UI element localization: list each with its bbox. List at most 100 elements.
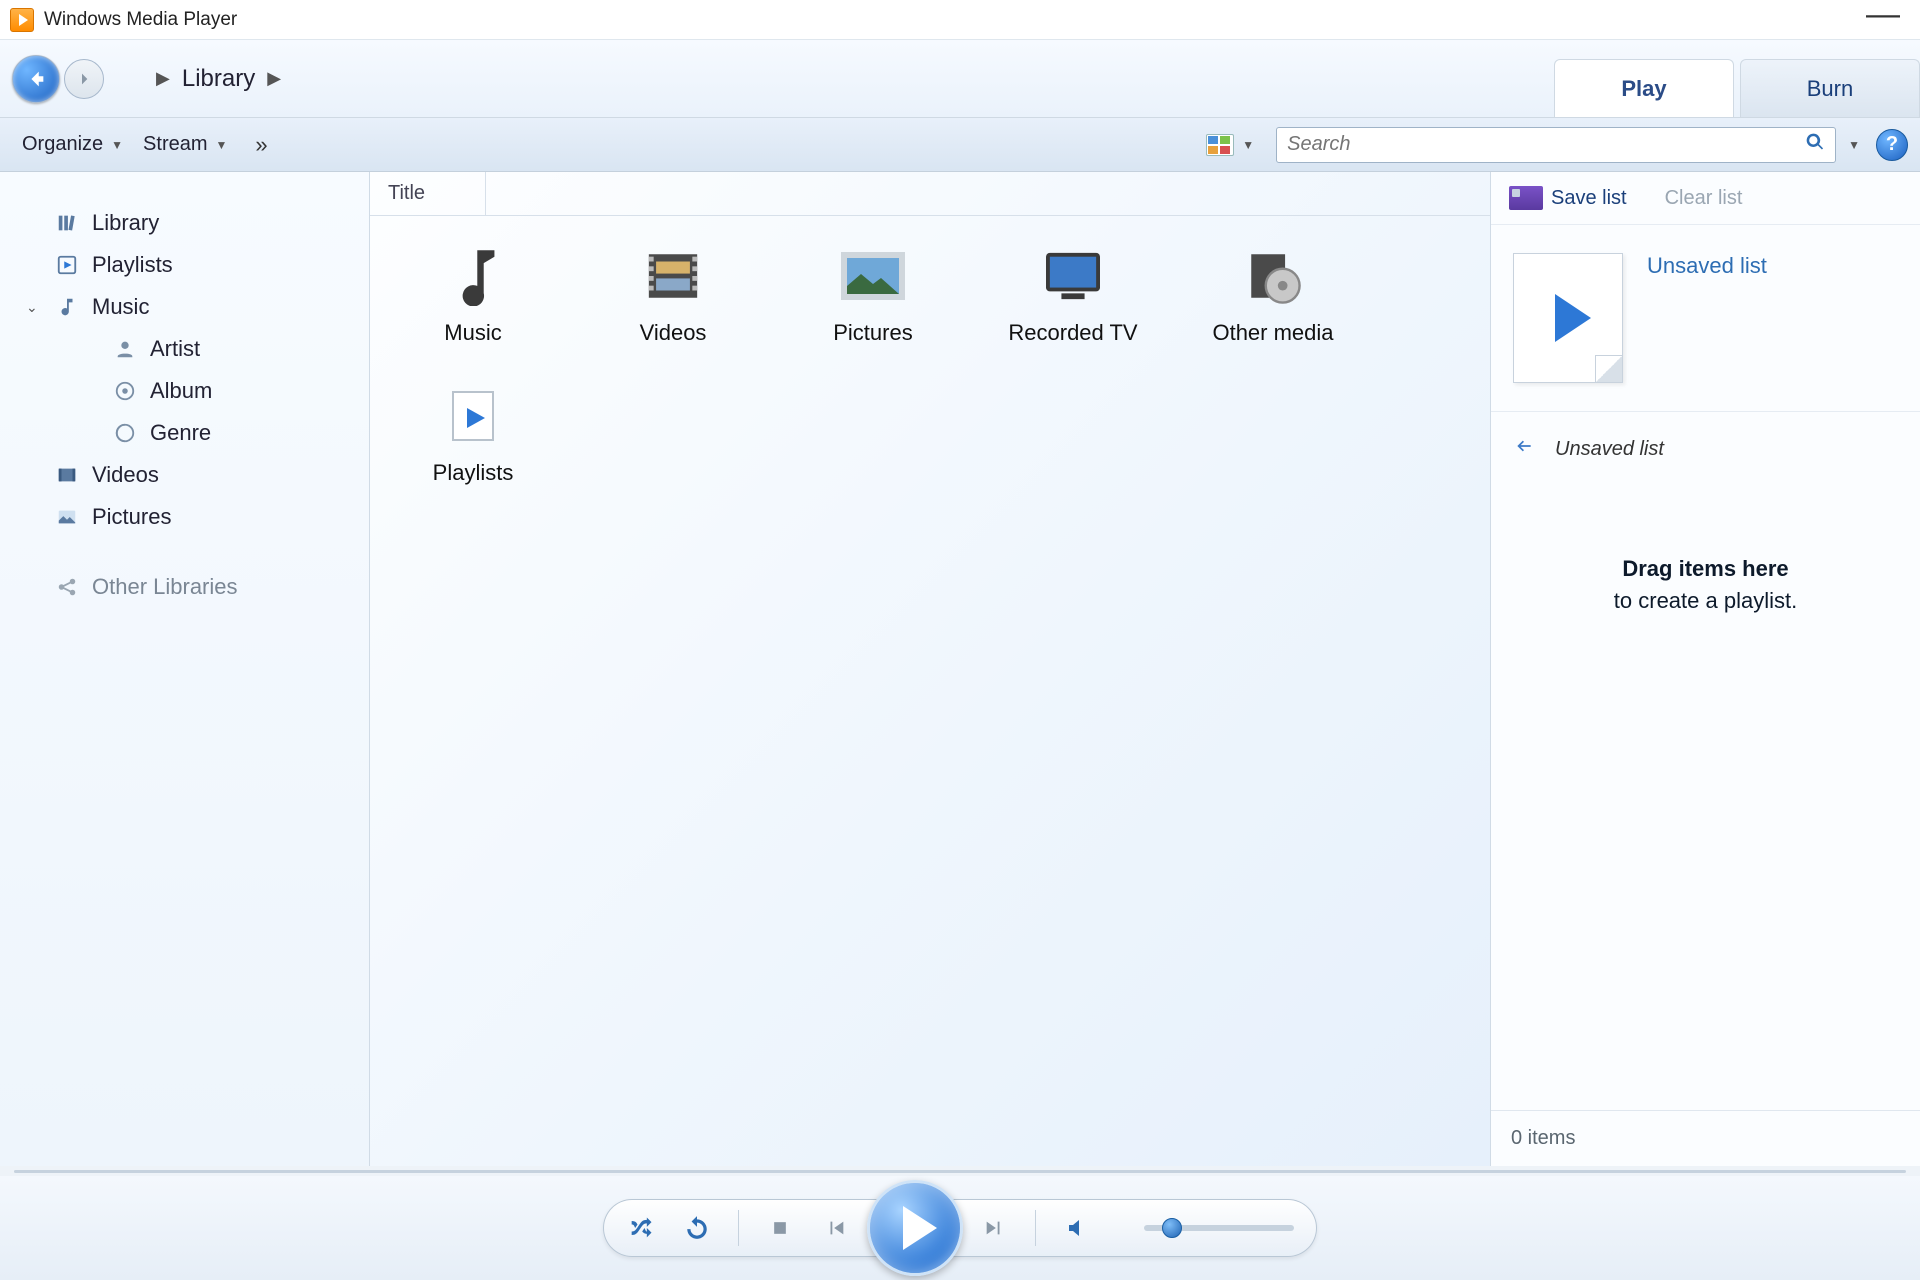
chevron-right-icon: ▶: [267, 68, 281, 89]
playlist-thumbnail: [1513, 253, 1623, 383]
previous-button[interactable]: [821, 1213, 851, 1243]
tree-music[interactable]: ⌄ Music: [20, 286, 359, 328]
repeat-button[interactable]: [682, 1213, 712, 1243]
tree-label: Genre: [150, 420, 211, 446]
tree-label: Artist: [150, 336, 200, 362]
playlist-file-icon: [438, 386, 508, 446]
next-button[interactable]: [979, 1213, 1009, 1243]
tile-label: Playlists: [433, 460, 514, 486]
tree-label: Album: [150, 378, 212, 404]
tab-burn[interactable]: Burn: [1740, 59, 1920, 117]
tile-music[interactable]: Music: [398, 246, 548, 346]
tab-play[interactable]: Play: [1554, 59, 1734, 117]
tree-label: Library: [92, 210, 159, 236]
music-icon: [54, 296, 80, 318]
picture-icon: [838, 246, 908, 306]
play-button[interactable]: [867, 1180, 963, 1276]
current-list-name: Unsaved list: [1555, 438, 1664, 461]
search-input[interactable]: [1287, 133, 1805, 156]
clear-list-button[interactable]: Clear list: [1665, 187, 1743, 210]
breadcrumb-root[interactable]: Library: [182, 65, 255, 93]
tree-label: Playlists: [92, 252, 173, 278]
tree-videos[interactable]: Videos: [20, 454, 359, 496]
media-icon: [1238, 246, 1308, 306]
album-icon: [112, 380, 138, 402]
view-grid-icon: [1206, 134, 1234, 156]
videos-icon: [54, 464, 80, 486]
save-list-label: Save list: [1551, 187, 1627, 210]
mute-button[interactable]: [1062, 1213, 1092, 1243]
stream-label: Stream: [143, 133, 207, 156]
artist-icon: [112, 338, 138, 360]
title-bar: Windows Media Player —: [0, 0, 1920, 40]
volume-slider[interactable]: [1144, 1225, 1294, 1231]
tile-recorded-tv[interactable]: Recorded TV: [998, 246, 1148, 346]
column-header-row: Title: [370, 172, 1490, 216]
tree-album[interactable]: Album: [20, 370, 359, 412]
chevron-right-icon: ▶: [156, 68, 170, 89]
tile-videos[interactable]: Videos: [598, 246, 748, 346]
save-list-button[interactable]: Save list: [1509, 186, 1627, 210]
pictures-icon: [54, 506, 80, 528]
toolbar: Organize ▼ Stream ▼ » ▼ ▼ ?: [0, 118, 1920, 172]
seek-bar[interactable]: [0, 1166, 1920, 1176]
arrow-left-icon[interactable]: [1511, 436, 1537, 462]
tree-label: Music: [92, 294, 149, 320]
shuffle-button[interactable]: [626, 1213, 656, 1243]
chevron-down-icon: ▼: [1242, 138, 1254, 152]
genre-icon: [112, 422, 138, 444]
organize-label: Organize: [22, 133, 103, 156]
content-area: Title Music Videos Pictures Recorded TV …: [370, 172, 1490, 1166]
toolbar-overflow[interactable]: »: [247, 128, 275, 162]
tile-label: Videos: [640, 320, 707, 346]
window-title: Windows Media Player: [44, 9, 1856, 31]
tile-label: Recorded TV: [1008, 320, 1137, 346]
organize-menu[interactable]: Organize ▼: [12, 127, 133, 162]
breadcrumb[interactable]: ▶ Library ▶: [144, 65, 293, 93]
tile-label: Music: [444, 320, 501, 346]
tile-pictures[interactable]: Pictures: [798, 246, 948, 346]
list-pane: Save list Clear list Unsaved list Unsave…: [1490, 172, 1920, 1166]
tree-other-libraries[interactable]: Other Libraries: [20, 566, 359, 608]
back-button[interactable]: [12, 55, 60, 103]
tile-label: Pictures: [833, 320, 912, 346]
tile-other-media[interactable]: Other media: [1198, 246, 1348, 346]
music-icon: [438, 246, 508, 306]
tree-genre[interactable]: Genre: [20, 412, 359, 454]
filmstrip-icon: [638, 246, 708, 306]
tile-label: Other media: [1212, 320, 1333, 346]
drop-hint-line1: Drag items here: [1622, 556, 1788, 582]
tree-label: Videos: [92, 462, 159, 488]
drop-hint-line2: to create a playlist.: [1614, 588, 1797, 614]
tree-pictures[interactable]: Pictures: [20, 496, 359, 538]
tree-label: Other Libraries: [92, 574, 238, 600]
stop-button[interactable]: [765, 1213, 795, 1243]
tree-label: Pictures: [92, 504, 171, 530]
help-button[interactable]: ?: [1876, 129, 1908, 161]
tv-icon: [1038, 246, 1108, 306]
forward-button[interactable]: [64, 59, 104, 99]
network-icon: [54, 576, 80, 598]
column-title[interactable]: Title: [388, 172, 486, 215]
view-options[interactable]: ▼: [1196, 128, 1264, 162]
list-item-count: 0 items: [1491, 1110, 1920, 1166]
chevron-down-icon: ▼: [216, 138, 228, 152]
expander-icon[interactable]: ⌄: [26, 299, 42, 316]
tile-playlists[interactable]: Playlists: [398, 386, 548, 486]
minimize-button[interactable]: —: [1856, 9, 1910, 19]
app-icon: [10, 8, 34, 32]
navigation-tree: Library Playlists ⌄ Music Artist Album G…: [0, 172, 370, 1166]
tree-library[interactable]: Library: [20, 202, 359, 244]
tree-artist[interactable]: Artist: [20, 328, 359, 370]
search-options-dropdown[interactable]: ▼: [1848, 138, 1860, 152]
volume-knob[interactable]: [1162, 1218, 1182, 1238]
stream-menu[interactable]: Stream ▼: [133, 127, 237, 162]
search-box[interactable]: [1276, 127, 1836, 163]
tree-playlists[interactable]: Playlists: [20, 244, 359, 286]
play-icon: [1555, 294, 1591, 342]
playlist-drop-zone[interactable]: Drag items here to create a playlist.: [1491, 486, 1920, 1110]
chevron-down-icon: ▼: [111, 138, 123, 152]
library-icon: [54, 212, 80, 234]
playlist-title[interactable]: Unsaved list: [1647, 253, 1767, 279]
search-icon[interactable]: [1805, 132, 1825, 158]
